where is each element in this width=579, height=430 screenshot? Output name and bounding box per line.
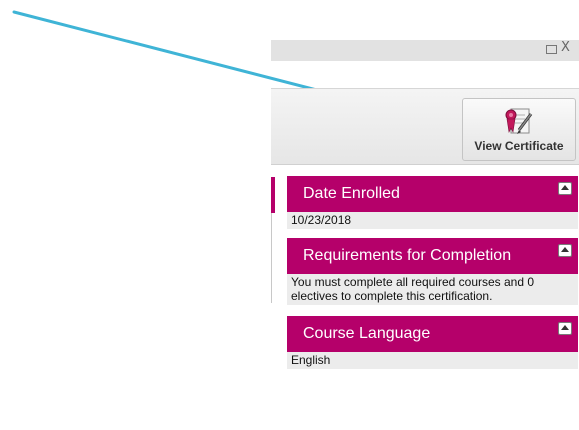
collapse-icon[interactable] bbox=[558, 182, 572, 195]
certificate-ribbon-icon bbox=[505, 108, 533, 134]
requirements-header[interactable]: Requirements for Completion bbox=[287, 238, 578, 274]
date-enrolled-value: 10/23/2018 bbox=[291, 213, 352, 227]
collapse-icon[interactable] bbox=[558, 322, 572, 335]
panel-title: Course Language bbox=[303, 325, 431, 342]
date-enrolled-header[interactable]: Date Enrolled bbox=[287, 176, 578, 212]
toolbar: View Certificate bbox=[271, 88, 579, 165]
course-language-body: English bbox=[287, 352, 578, 369]
date-enrolled-body: 10/23/2018 bbox=[287, 212, 578, 229]
window-titlebar: X bbox=[271, 40, 579, 61]
sidebar-accent-bar bbox=[271, 177, 275, 213]
course-language-value: English bbox=[291, 353, 331, 367]
maximize-icon[interactable] bbox=[546, 45, 557, 54]
view-certificate-button[interactable]: View Certificate bbox=[462, 98, 576, 161]
requirements-text: You must complete all required courses a… bbox=[291, 275, 535, 303]
panel-title: Date Enrolled bbox=[303, 185, 400, 202]
course-language-header[interactable]: Course Language bbox=[287, 316, 578, 352]
collapse-icon[interactable] bbox=[558, 244, 572, 257]
sidebar-divider bbox=[271, 213, 272, 303]
close-icon[interactable]: X bbox=[561, 41, 570, 54]
panel-title: Requirements for Completion bbox=[303, 247, 512, 264]
requirements-body: You must complete all required courses a… bbox=[287, 274, 578, 305]
view-certificate-label: View Certificate bbox=[474, 139, 564, 153]
